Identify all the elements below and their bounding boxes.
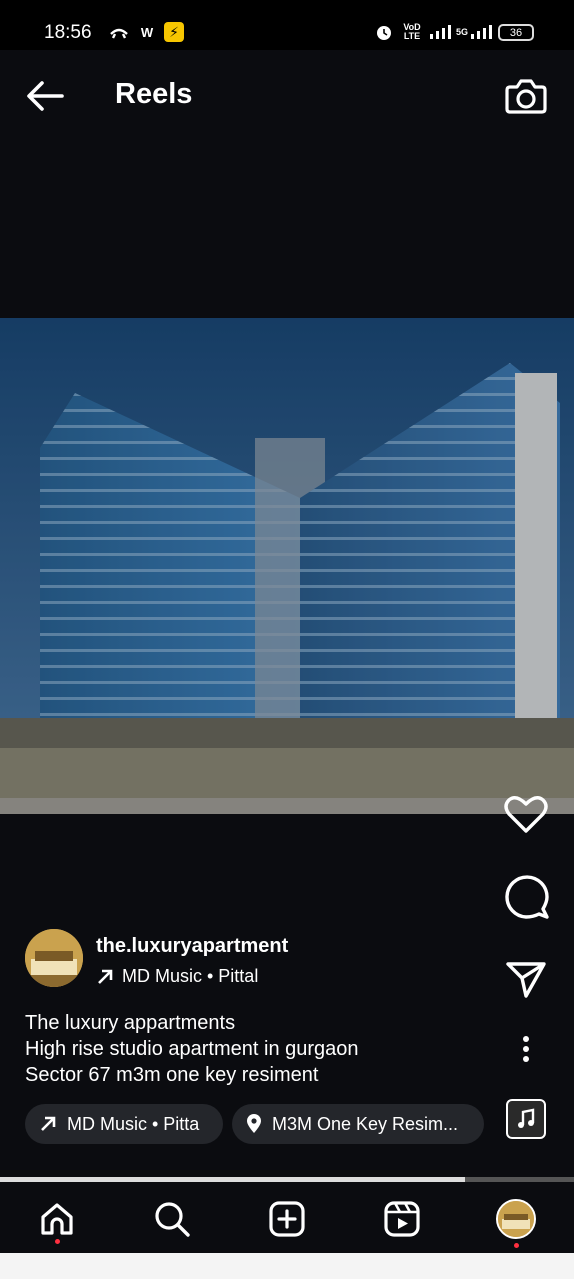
- reels-icon[interactable]: [380, 1197, 424, 1241]
- location-chip[interactable]: M3M One Key Resim...: [232, 1104, 484, 1144]
- page-title: Reels: [115, 78, 193, 110]
- camera-icon[interactable]: [504, 76, 548, 116]
- battery-indicator: 36: [498, 24, 534, 41]
- caption-line: The luxury appartments: [25, 1012, 236, 1034]
- music-label: MD Music • Pittal: [122, 966, 259, 986]
- status-time: 18:56: [44, 22, 92, 43]
- video-progress-fill: [0, 1177, 465, 1182]
- home-icon[interactable]: [35, 1197, 79, 1241]
- caption[interactable]: The luxury appartments High rise studio …: [25, 1010, 359, 1088]
- location-chip-label: M3M One Key Resim...: [272, 1113, 459, 1134]
- music-note-icon[interactable]: [506, 1099, 546, 1139]
- arrow-up-right-icon: [98, 969, 113, 984]
- video-progress[interactable]: [0, 1177, 574, 1182]
- create-icon[interactable]: [265, 1197, 309, 1241]
- heart-icon[interactable]: [500, 790, 552, 838]
- network-label: 5G: [456, 27, 469, 37]
- flipkart-icon: ⚡: [164, 22, 184, 42]
- wifi-calling-icon: W: [140, 24, 154, 40]
- music-info[interactable]: MD Music • Pittal: [96, 966, 258, 987]
- bottom-nav: [0, 1183, 574, 1253]
- send-icon[interactable]: [500, 956, 552, 1004]
- signal-icon: [428, 22, 452, 42]
- music-chip[interactable]: MD Music • Pitta: [25, 1104, 223, 1144]
- arrow-up-right-icon: [41, 1116, 56, 1131]
- more-vertical-icon[interactable]: [500, 1025, 552, 1073]
- home-notification-dot: [55, 1239, 60, 1244]
- author-avatar[interactable]: [25, 929, 83, 987]
- alarm-icon: [374, 22, 394, 42]
- call-forward-icon: [108, 22, 130, 42]
- reel-video[interactable]: [0, 318, 574, 814]
- system-nav-area: [0, 1253, 574, 1279]
- search-icon[interactable]: [150, 1197, 194, 1241]
- caption-line: High rise studio apartment in gurgaon: [25, 1038, 359, 1060]
- location-pin-icon: [247, 1114, 261, 1133]
- arrow-left-icon[interactable]: [24, 78, 66, 114]
- music-chip-label: MD Music • Pitta: [67, 1113, 200, 1134]
- volte-icon: VoD LTE: [403, 22, 421, 41]
- username[interactable]: the.luxuryapartment: [96, 935, 288, 958]
- profile-notification-dot: [514, 1243, 519, 1248]
- profile-avatar-image: [496, 1199, 536, 1239]
- status-bar: 18:56 W ⚡ VoD LTE 5G 36: [0, 0, 574, 50]
- caption-line: Sector 67 m3m one key resiment: [25, 1064, 319, 1086]
- comment-icon[interactable]: [500, 873, 552, 921]
- profile-avatar[interactable]: [494, 1197, 538, 1241]
- header: Reels: [0, 50, 574, 142]
- 5g-signal-icon: 5G: [456, 22, 492, 42]
